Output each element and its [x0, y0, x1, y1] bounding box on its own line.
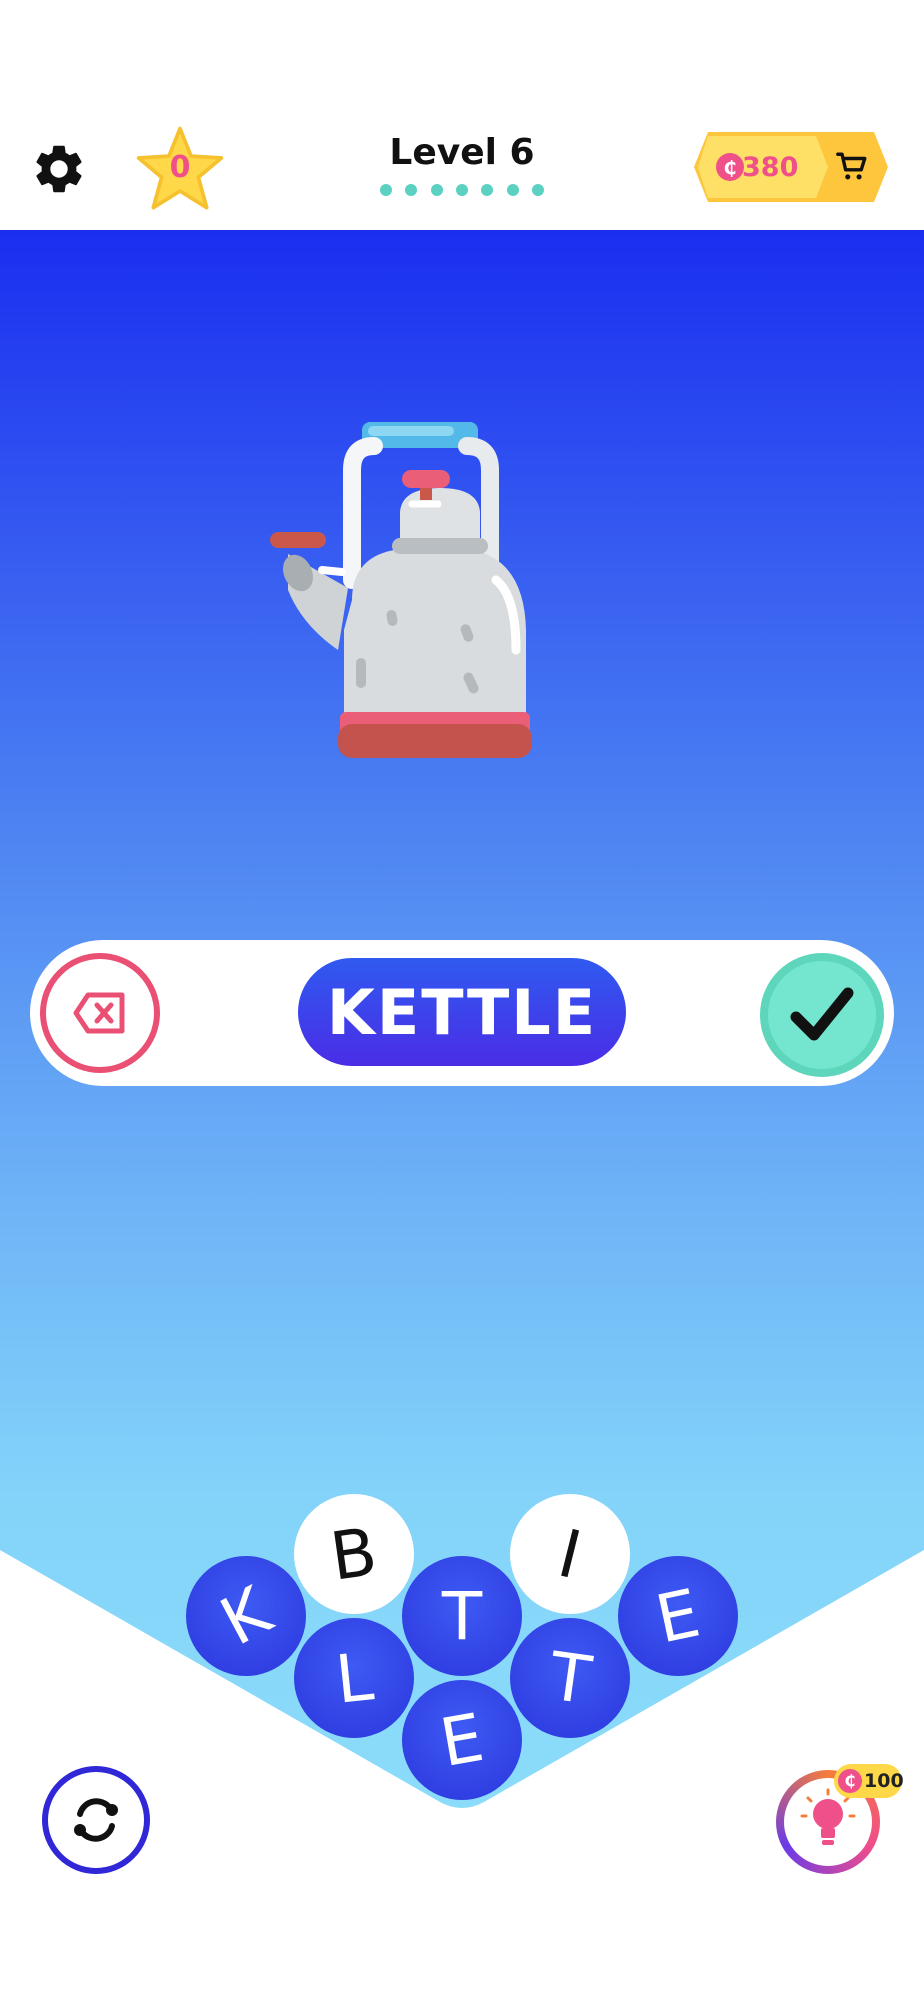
progress-dot: [506, 184, 519, 196]
letter-tile-text: I: [551, 1514, 589, 1594]
letter-tile[interactable]: B: [294, 1494, 414, 1614]
gear-icon[interactable]: [30, 140, 88, 198]
shuffle-icon: [74, 1798, 118, 1842]
letter-tile-text: E: [434, 1698, 490, 1782]
letter-tile-text: T: [544, 1637, 596, 1719]
letter-tile[interactable]: T: [510, 1618, 630, 1738]
letter-tile[interactable]: I: [510, 1494, 630, 1614]
letter-tile[interactable]: L: [294, 1618, 414, 1738]
checkmark-icon: [790, 987, 854, 1041]
backspace-icon: [73, 992, 125, 1034]
level-progress-dots: [380, 184, 544, 198]
coin-icon: ₵: [838, 1769, 862, 1793]
hint-cost-amount: 100: [864, 1770, 904, 1792]
letter-tile[interactable]: K: [186, 1556, 306, 1676]
letter-tile-text: K: [208, 1571, 284, 1661]
hint-cost-badge: ₵ 100: [834, 1764, 904, 1798]
letter-tile-text: T: [441, 1577, 483, 1655]
progress-dot: [405, 184, 418, 196]
letter-tile[interactable]: E: [618, 1556, 738, 1676]
delete-button[interactable]: [40, 953, 160, 1073]
cart-icon[interactable]: [834, 150, 870, 184]
answer-word-text: KETTLE: [326, 975, 598, 1049]
letter-tile-text: E: [649, 1574, 707, 1658]
progress-dot: [481, 184, 494, 196]
letter-tile-text: B: [326, 1512, 382, 1596]
progress-dot: [380, 184, 392, 196]
progress-dot: [455, 184, 468, 196]
letter-tile[interactable]: E: [402, 1680, 522, 1800]
letter-tile[interactable]: T: [402, 1556, 522, 1676]
coin-balance: 380: [742, 152, 799, 183]
answer-word[interactable]: KETTLE: [298, 958, 626, 1066]
svg-text:₵: ₵: [723, 157, 736, 179]
level-title: Level 6: [389, 132, 535, 173]
progress-dot: [531, 184, 544, 196]
kettle-image: [270, 422, 532, 758]
shuffle-button[interactable]: [42, 1766, 150, 1874]
progress-dot: [430, 184, 443, 196]
submit-button[interactable]: [760, 953, 884, 1077]
star-count: 0: [169, 150, 191, 185]
letter-tile-text: L: [331, 1637, 377, 1719]
